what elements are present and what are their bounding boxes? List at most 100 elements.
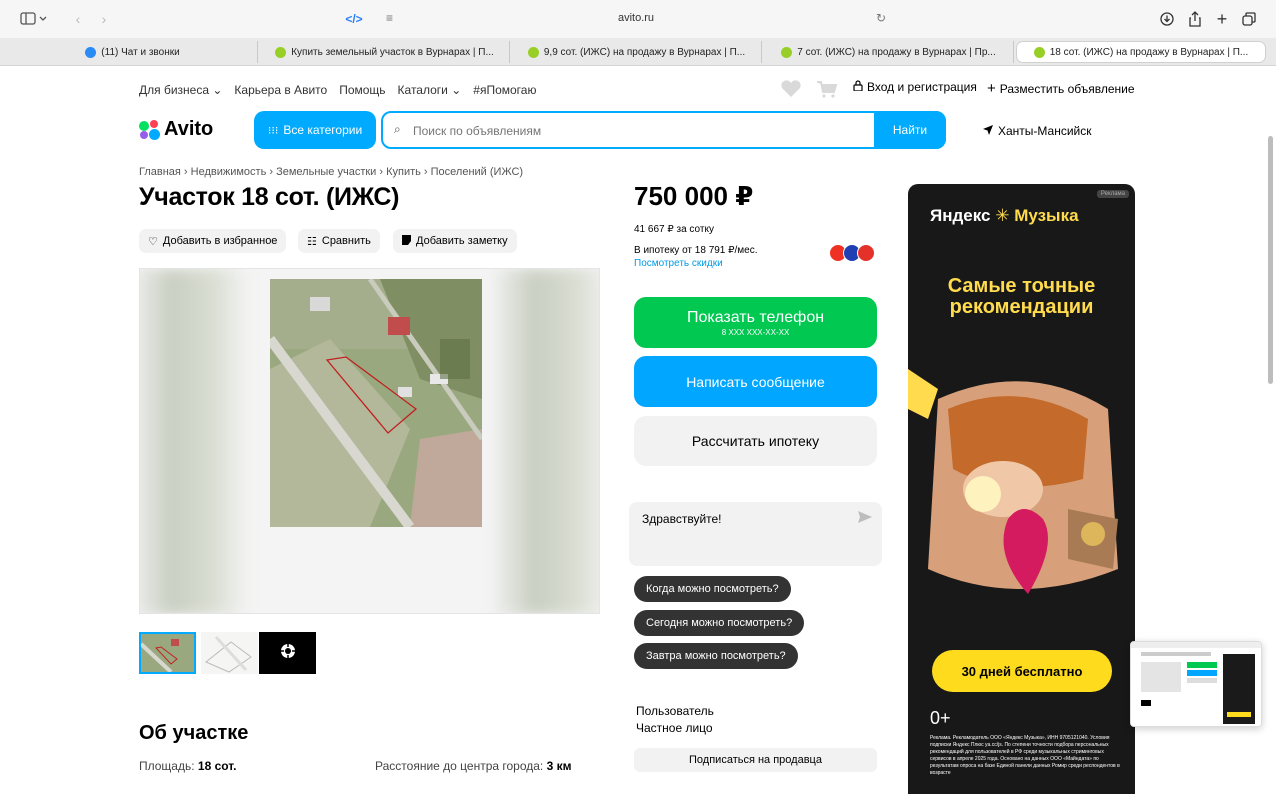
- send-icon[interactable]: [858, 510, 872, 526]
- add-favorite-button[interactable]: ♡ Добавить в избранное: [139, 229, 287, 253]
- add-note-button[interactable]: Добавить заметку: [393, 229, 517, 253]
- ad-illustration: [908, 369, 1118, 594]
- cart-icon[interactable]: [816, 80, 838, 98]
- tab-chat[interactable]: (11) Чат и звонки: [8, 41, 258, 63]
- avito-logo[interactable]: Avito: [139, 118, 213, 141]
- param-label: Площадь:: [139, 759, 195, 773]
- city-selector[interactable]: Ханты-Мансийск: [983, 124, 1092, 138]
- login-link[interactable]: Вход и регистрация: [853, 80, 977, 94]
- seller-info[interactable]: Пользователь Частное лицо: [636, 703, 714, 737]
- ad-banner[interactable]: Реклама Яндекс ✳ Музыка Самые точные рек…: [908, 184, 1135, 794]
- favorite-label: Добавить в избранное: [162, 235, 278, 247]
- search-bar: ⌕ Найти: [381, 111, 946, 149]
- page-content: Для бизнеса ⌄ Карьера в Авито Помощь Кат…: [0, 66, 1276, 794]
- mortgage-info: В ипотеку от 18 791 ₽/мес. Посмотреть ск…: [634, 244, 758, 270]
- browser-toolbar: ‹ › </> ≡ avito.ru ↻ +: [0, 0, 1276, 38]
- scrollbar[interactable]: [1268, 136, 1273, 384]
- ad-brand: Яндекс ✳ Музыка: [930, 206, 1079, 226]
- top-navigation: Для бизнеса ⌄ Карьера в Авито Помощь Кат…: [139, 83, 536, 97]
- param-distance: Расстояние до центра города: 3 км: [375, 759, 572, 773]
- calc-mortgage-label: Рассчитать ипотеку: [691, 433, 820, 449]
- nav-help[interactable]: Помощь: [339, 83, 385, 97]
- back-icon[interactable]: ‹: [70, 8, 86, 30]
- avito-favicon-icon: [781, 46, 793, 58]
- favorites-icon[interactable]: [780, 80, 802, 98]
- thumbnail-photo-2[interactable]: [201, 632, 258, 674]
- thumbnail-video[interactable]: [259, 632, 316, 674]
- param-value: 18 сот.: [197, 759, 237, 773]
- search-icon: ⌕: [394, 122, 401, 136]
- note-icon: [402, 234, 411, 248]
- floating-window-preview[interactable]: [1130, 641, 1262, 727]
- ad-brand-right: Музыка: [1014, 206, 1079, 225]
- new-tab-icon[interactable]: +: [1213, 8, 1231, 30]
- avito-favicon-icon: [1033, 46, 1045, 58]
- address-bar[interactable]: ≡ avito.ru ↻: [378, 7, 894, 31]
- satellite-photo: [270, 279, 482, 527]
- bank-logos: [829, 244, 879, 262]
- ad-cta-button[interactable]: 30 дней бесплатно: [932, 650, 1112, 692]
- write-message-label: Написать сообщение: [686, 373, 825, 390]
- lock-icon: [853, 80, 863, 94]
- calc-mortgage-button[interactable]: Рассчитать ипотеку: [634, 416, 877, 466]
- tab-listing-7[interactable]: 7 сот. (ИЖС) на продажу в Вурнарах | Пр.…: [764, 41, 1014, 63]
- quick-reply-today[interactable]: Сегодня можно посмотреть?: [634, 610, 805, 636]
- all-categories-button[interactable]: ⁝⁝⁝ Все категории: [254, 111, 376, 149]
- photo-gallery[interactable]: [139, 268, 600, 614]
- location-arrow-icon: [983, 124, 993, 138]
- compare-icon: ☷: [307, 235, 317, 248]
- post-ad-label: Разместить объявление: [999, 81, 1135, 96]
- compare-label: Сравнить: [321, 235, 371, 247]
- share-icon[interactable]: [1186, 8, 1204, 30]
- param-value: 3 км: [546, 759, 572, 773]
- developer-icon[interactable]: </>: [343, 8, 365, 30]
- chat-input[interactable]: Здравствуйте!: [629, 502, 882, 566]
- gallery-blur-left: [140, 269, 248, 613]
- logo-text: Avito: [164, 118, 214, 140]
- settings-badge-icon: [280, 643, 296, 664]
- subscribe-button[interactable]: Подписаться на продавца: [634, 748, 877, 772]
- nav-career[interactable]: Карьера в Авито: [234, 83, 327, 97]
- seller-type: Частное лицо: [636, 721, 713, 735]
- quick-reply-when[interactable]: Когда можно посмотреть?: [634, 576, 791, 602]
- tab-listing-18-active[interactable]: 18 сот. (ИЖС) на продажу в Вурнарах | П.…: [1016, 41, 1266, 63]
- forward-icon[interactable]: ›: [96, 8, 112, 30]
- ad-headline: Самые точные рекомендации: [947, 275, 1096, 318]
- write-message-button[interactable]: Написать сообщение: [634, 356, 877, 407]
- ad-mark: Реклама: [1096, 190, 1129, 198]
- quick-reply-tomorrow[interactable]: Завтра можно посмотреть?: [634, 643, 798, 669]
- show-phone-button[interactable]: Показать телефон 8 XXX XXX-XX-XX: [634, 297, 877, 348]
- avito-logo-icon: [139, 119, 161, 140]
- grid-icon: ⁝⁝⁝: [267, 124, 279, 137]
- compare-button[interactable]: ☷ Сравнить: [298, 229, 380, 253]
- thumbnail-photo-1[interactable]: [139, 632, 196, 674]
- mortgage-text: В ипотеку от 18 791 ₽/мес.: [634, 245, 758, 256]
- search-input[interactable]: [413, 121, 863, 141]
- phone-mask: 8 XXX XXX-XX-XX: [721, 327, 790, 337]
- avito-favicon-icon: [527, 46, 539, 58]
- categories-label: Все категории: [283, 123, 363, 137]
- tab-overview-icon[interactable]: [1240, 8, 1258, 30]
- show-phone-label: Показать телефон: [686, 308, 825, 326]
- sidebar-toggle-icon[interactable]: [14, 8, 54, 30]
- tab-title: 7 сот. (ИЖС) на продажу в Вурнарах | Пр.…: [797, 46, 996, 58]
- ad-legal-text: Реклама. Рекламодатель ООО «Яндекс Музык…: [930, 735, 1120, 776]
- tab-listing-search[interactable]: Купить земельный участок в Вурнарах | П.…: [260, 41, 510, 63]
- cloud-icon: [85, 46, 97, 58]
- seller-name[interactable]: Пользователь: [636, 703, 714, 720]
- tab-listing-9-9[interactable]: 9,9 сот. (ИЖС) на продажу в Вурнарах | П…: [512, 41, 762, 63]
- city-label: Ханты-Мансийск: [998, 124, 1092, 138]
- nav-catalogs[interactable]: Каталоги ⌄: [398, 83, 462, 97]
- discounts-link[interactable]: Посмотреть скидки: [634, 257, 758, 270]
- breadcrumb[interactable]: Главная › Недвижимость › Земельные участ…: [139, 166, 523, 178]
- tab-bar: (11) Чат и звонки Купить земельный участ…: [0, 38, 1276, 66]
- find-button[interactable]: Найти: [874, 111, 946, 149]
- note-label: Добавить заметку: [416, 235, 508, 247]
- nav-business[interactable]: Для бизнеса ⌄: [139, 83, 222, 97]
- reload-icon[interactable]: ↻: [876, 11, 886, 25]
- bank-icon: [857, 244, 875, 262]
- post-ad-link[interactable]: + Разместить объявление: [987, 80, 1135, 97]
- downloads-icon[interactable]: [1158, 8, 1176, 30]
- nav-i-help[interactable]: #яПомогаю: [473, 83, 536, 97]
- price: 750 000 ₽: [634, 181, 754, 211]
